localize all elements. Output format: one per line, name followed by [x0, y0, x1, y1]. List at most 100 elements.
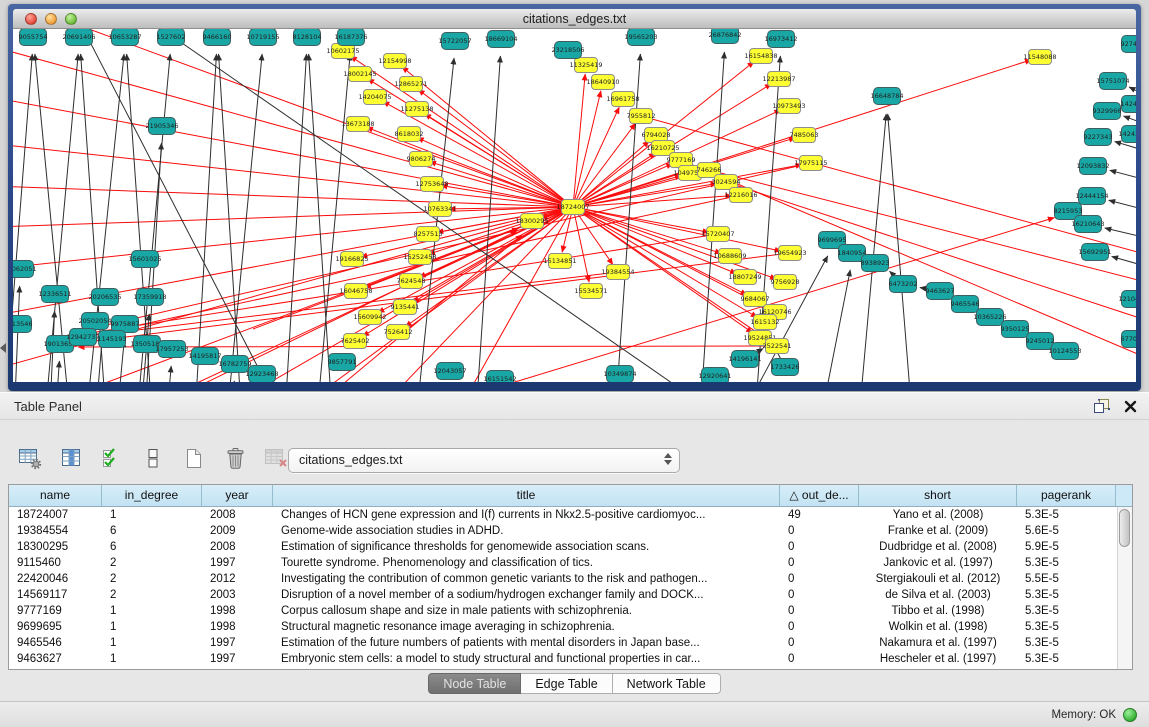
graph-node[interactable]: 14196141 — [728, 351, 761, 368]
graph-node[interactable]: 15252458 — [403, 250, 436, 265]
graph-node[interactable]: 9466160 — [203, 29, 232, 46]
graph-node[interactable]: 14204075 — [358, 90, 391, 105]
collapse-panel-icon[interactable] — [0, 343, 6, 353]
graph-node[interactable]: 15534571 — [574, 284, 607, 299]
graph-node[interactable]: 8618032 — [395, 127, 424, 142]
close-icon[interactable] — [1124, 400, 1137, 413]
graph-node[interactable]: 12093832 — [1076, 158, 1109, 175]
graph-node[interactable]: 12104354 — [1118, 291, 1136, 308]
graph-node[interactable]: 7955812 — [627, 109, 656, 124]
graph-node[interactable]: 12865271 — [394, 77, 427, 92]
graph-node[interactable]: 9463627 — [926, 283, 955, 300]
graph-node[interactable]: 9329966 — [1093, 103, 1122, 120]
graph-node[interactable]: 15720407 — [701, 227, 734, 242]
graph-node[interactable]: 19166825 — [335, 252, 368, 267]
graph-node[interactable]: 18002145 — [343, 67, 376, 82]
graph-node[interactable]: 23218506 — [551, 42, 584, 59]
graph-node[interactable]: 1733426 — [771, 359, 800, 376]
graph-node[interactable]: 9756928 — [771, 275, 800, 290]
column-header[interactable]: year — [202, 485, 273, 506]
graph-node[interactable]: 16210643 — [1071, 216, 1104, 233]
graph-node[interactable]: 9227343 — [1084, 129, 1113, 146]
graph-node[interactable]: 9857791 — [328, 354, 357, 371]
graph-node[interactable]: 15692951 — [1078, 244, 1111, 261]
graph-node[interactable]: 18669104 — [484, 31, 517, 48]
graph-node[interactable]: 8938923 — [861, 255, 890, 272]
graph-node[interactable]: 18640910 — [586, 75, 619, 90]
graph-node[interactable]: 15751074 — [1096, 73, 1129, 90]
graph-node[interactable]: 15601025 — [128, 251, 161, 268]
graph-node[interactable]: 12336511 — [38, 286, 71, 303]
graph-node[interactable]: 16187376 — [334, 29, 367, 46]
graph-node[interactable]: 9274501 — [1121, 36, 1136, 53]
graph-node[interactable]: 9055754 — [19, 29, 48, 46]
graph-node[interactable]: 20502054 — [78, 313, 111, 330]
tab-node-table[interactable]: Node Table — [428, 673, 521, 694]
graph-node[interactable]: 10688609 — [713, 249, 746, 264]
checklist-icon[interactable] — [98, 444, 126, 472]
column-visibility-icon[interactable] — [57, 444, 85, 472]
graph-node[interactable]: 11275138 — [400, 102, 433, 117]
graph-node[interactable]: 20691406 — [62, 29, 95, 46]
graph-node[interactable]: 1615132 — [751, 315, 780, 330]
graph-node[interactable]: 11325419 — [569, 58, 602, 73]
graph-node[interactable]: 19565203 — [624, 29, 657, 46]
graph-node[interactable]: 9350125 — [1001, 321, 1030, 338]
delete-column-icon[interactable] — [221, 444, 249, 472]
graph-node[interactable]: 19654923 — [773, 246, 806, 261]
float-window-icon[interactable] — [1094, 399, 1110, 414]
network-canvas[interactable]: 1872400711325419186409101696175879558126… — [13, 29, 1136, 382]
graph-node[interactable]: 14243556 — [1118, 126, 1136, 143]
graph-node[interactable]: 18300295 — [515, 214, 548, 229]
column-header[interactable]: in_degree — [102, 485, 202, 506]
graph-node[interactable]: 7625402 — [341, 334, 370, 349]
graph-node[interactable]: 9135441 — [391, 300, 420, 315]
table-row[interactable]: 1938455462009Genome-wide association stu… — [9, 523, 1132, 539]
graph-node[interactable]: 10719155 — [246, 29, 279, 46]
tab-edge-table[interactable]: Edge Table — [521, 673, 612, 694]
graph-node[interactable]: 18724007 — [556, 200, 589, 215]
network-window-titlebar[interactable]: citations_edges.txt — [13, 9, 1136, 29]
minimize-window-icon[interactable] — [45, 13, 57, 25]
graph-node[interactable]: 17975115 — [794, 156, 827, 171]
graph-node[interactable]: 8257513 — [414, 227, 443, 242]
graph-node[interactable]: 26876842 — [708, 29, 741, 44]
graph-node[interactable]: 12920641 — [698, 368, 731, 383]
graph-node[interactable]: 23062051 — [13, 261, 37, 278]
graph-node[interactable]: 12753648 — [415, 177, 448, 192]
graph-node[interactable]: 7624548 — [397, 274, 426, 289]
graph-node[interactable]: 16151542 — [483, 371, 516, 383]
graph-node[interactable]: 9465546 — [951, 296, 980, 313]
graph-node[interactable]: 11548088 — [1023, 50, 1056, 65]
graph-node[interactable]: 12213987 — [762, 72, 795, 87]
table-row[interactable]: 946554611997Estimation of the future num… — [9, 635, 1132, 651]
graph-node[interactable]: 18807249 — [728, 270, 761, 285]
graph-node[interactable]: 19384554 — [601, 265, 634, 280]
column-header[interactable]: △ out_de... — [780, 485, 859, 506]
table-row[interactable]: 946362711997Embryonic stem cells: a mode… — [9, 651, 1132, 667]
graph-node[interactable]: 7485063 — [790, 128, 819, 143]
graph-node[interactable]: 2522541 — [763, 339, 792, 354]
graph-node[interactable]: 8128104 — [293, 29, 322, 46]
graph-node[interactable]: 9975887 — [111, 316, 140, 333]
table-select-combobox[interactable]: citations_edges.txt — [288, 448, 680, 473]
rows-icon[interactable] — [139, 444, 167, 472]
graph-node[interactable]: 17957253 — [155, 341, 188, 358]
tab-network-table[interactable]: Network Table — [613, 673, 721, 694]
graph-node[interactable]: 15609942 — [353, 310, 386, 325]
graph-node[interactable]: 16973412 — [764, 31, 797, 48]
table-row[interactable]: 911546021997Tourette syndrome. Phenomeno… — [9, 555, 1132, 571]
table-row[interactable]: 1830029562008Estimation of significance … — [9, 539, 1132, 555]
graph-node[interactable]: 12216016 — [724, 188, 757, 203]
column-header[interactable]: name — [9, 485, 102, 506]
table-row[interactable]: 1456911722003Disruption of a novel membe… — [9, 587, 1132, 603]
table-scrollbar[interactable] — [1117, 507, 1132, 669]
graph-node[interactable]: 1424531 — [1121, 96, 1136, 113]
graph-node[interactable]: 13673188 — [341, 117, 374, 132]
graph-node[interactable]: 16648784 — [870, 88, 903, 105]
graph-node[interactable]: 7526412 — [384, 325, 413, 340]
zoom-window-icon[interactable] — [65, 13, 77, 25]
graph-node[interactable]: 12154998 — [378, 54, 411, 69]
graph-node[interactable]: 1145193 — [98, 331, 127, 348]
column-header[interactable]: pagerank — [1017, 485, 1116, 506]
